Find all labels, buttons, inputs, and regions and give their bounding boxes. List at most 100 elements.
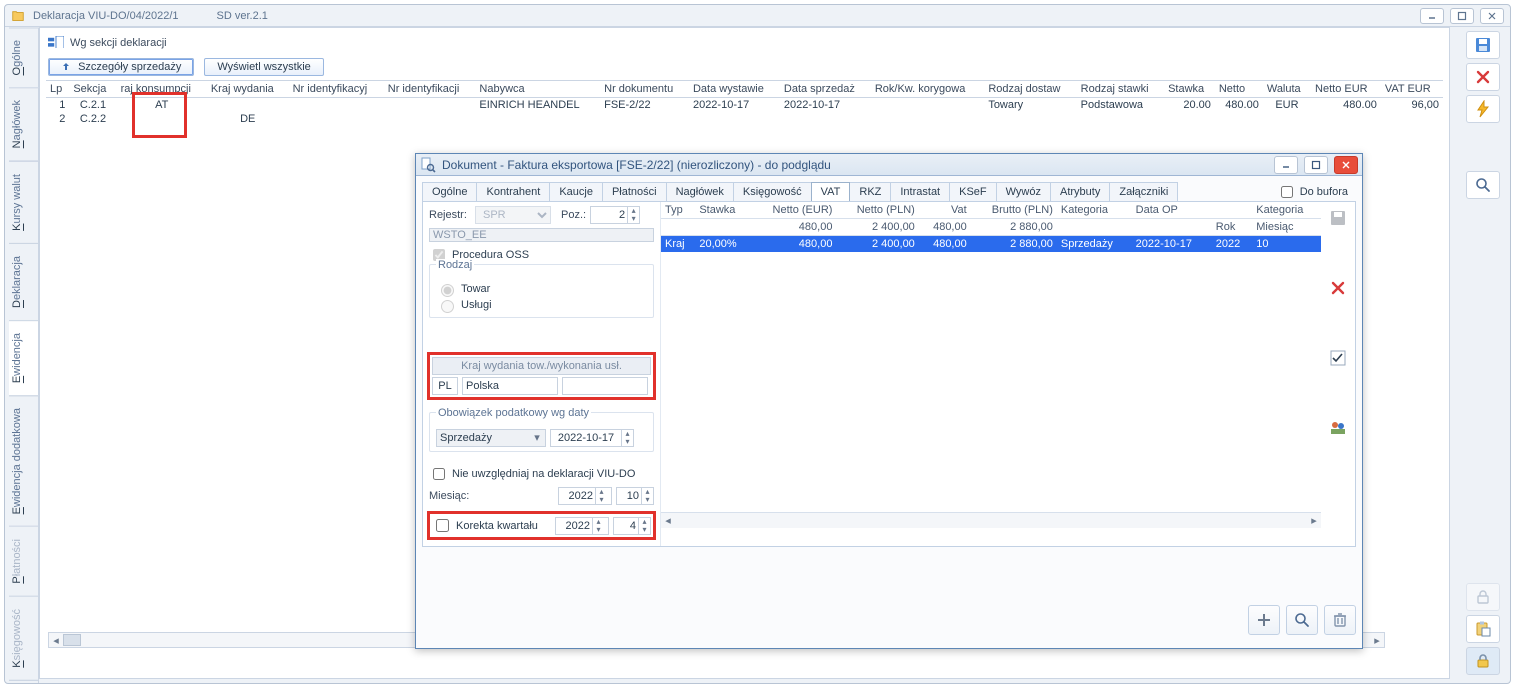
add-button[interactable] (1248, 605, 1280, 635)
korekta-quarter[interactable]: ▴▾ (613, 517, 651, 535)
view-label: Wg sekcji deklaracji (70, 37, 167, 49)
upload-icon (61, 62, 71, 72)
towar-radio (441, 284, 454, 297)
vtab-ogólne[interactable]: Ogólne (9, 27, 39, 88)
window-buttons (1420, 8, 1504, 24)
tab-ksef[interactable]: KSeF (949, 182, 997, 201)
paste-icon[interactable] (1466, 615, 1500, 643)
section-view-icon (48, 36, 64, 50)
window-subtitle: SD ver.2.1 (217, 10, 268, 22)
kraj-name[interactable] (462, 377, 558, 395)
main-window: Deklaracja VIU-DO/04/2022/1 SD ver.2.1 O… (4, 4, 1511, 684)
vat-grid[interactable]: TypStawkaNetto (EUR)Netto (PLN)VatBrutto… (661, 202, 1321, 546)
poz-spinner[interactable]: ▴▾ (590, 206, 640, 224)
lock-disabled-icon (1466, 583, 1500, 611)
vat-left-form: Rejestr: SPR Poz.: ▴▾ Procedura OSS Rodz… (423, 202, 661, 546)
vtab-nagłówek[interactable]: Nagłówek (9, 87, 39, 161)
obow-date[interactable]: ▴▾ (550, 429, 634, 447)
scroll-left-icon[interactable]: ◂ (49, 633, 63, 647)
tab-nagłówek[interactable]: Nagłówek (666, 182, 734, 201)
vtab-płatności: Płatności (9, 526, 39, 597)
modal-title: Dokument - Faktura eksportowa [FSE-2/22]… (442, 158, 831, 172)
show-all-button[interactable]: Wyświetl wszystkie (204, 58, 323, 76)
tab-wywóz[interactable]: Wywóz (996, 182, 1051, 201)
korekta-year[interactable]: ▴▾ (555, 517, 609, 535)
vtab-ewidencja[interactable]: Ewidencja (9, 320, 39, 396)
users-icon[interactable] (1325, 416, 1351, 440)
modal-close-button[interactable] (1334, 156, 1358, 174)
korekta-label: Korekta kwartału (456, 520, 551, 532)
save-icon[interactable] (1466, 31, 1500, 59)
tab-kontrahent[interactable]: Kontrahent (476, 182, 550, 201)
vtab-deklaracja[interactable]: Deklaracja (9, 243, 39, 321)
highlight-korekta: Korekta kwartału ▴▾ ▴▾ (427, 511, 656, 540)
obow-title: Obowiązek podatkowy wg daty (436, 407, 591, 419)
sales-grid[interactable]: LpSekcjaraj konsumpcjiKraj wydaniaNr ide… (46, 80, 1443, 126)
tab-kaucje[interactable]: Kaucje (549, 182, 603, 201)
show-all-label: Wyświetl wszystkie (217, 61, 310, 73)
wsto-field (429, 228, 654, 242)
tab-atrybuty[interactable]: Atrybuty (1050, 182, 1110, 201)
vtab-załączniki[interactable]: Załączniki (9, 680, 39, 684)
tab-załączniki[interactable]: Załączniki (1109, 182, 1178, 201)
uslugi-radio (441, 300, 454, 313)
vtab-księgowość: Księgowość (9, 596, 39, 681)
scroll-right-icon[interactable]: ▸ (1307, 513, 1321, 528)
tab-vat[interactable]: VAT (811, 182, 851, 201)
search-button[interactable] (1286, 605, 1318, 635)
modal-bottom-toolbar (422, 600, 1356, 640)
lock-icon[interactable] (1466, 647, 1500, 675)
kraj-extra[interactable] (562, 377, 648, 395)
tab-rkz[interactable]: RKZ (849, 182, 891, 201)
scroll-left-icon[interactable]: ◂ (661, 513, 675, 528)
tab-intrastat[interactable]: Intrastat (890, 182, 950, 201)
check-icon[interactable] (1325, 346, 1351, 370)
modal-minimize-button[interactable] (1274, 156, 1298, 174)
maximize-button[interactable] (1450, 8, 1474, 24)
korekta-checkbox[interactable] (436, 519, 449, 532)
modal-titlebar: Dokument - Faktura eksportowa [FSE-2/22]… (416, 154, 1362, 176)
modal-tabs: OgólneKontrahentKaucjePłatnościNagłówekK… (422, 182, 1362, 201)
miesiac-month[interactable]: ▴▾ (616, 487, 654, 505)
titlebar: Deklaracja VIU-DO/04/2022/1 SD ver.2.1 (5, 5, 1510, 27)
close-button[interactable] (1480, 8, 1504, 24)
tab-księgowość[interactable]: Księgowość (733, 182, 812, 201)
modal-maximize-button[interactable] (1304, 156, 1328, 174)
rejestr-select: SPR (475, 206, 551, 224)
obow-select[interactable]: Sprzedaży (440, 432, 492, 444)
to-buffer-checkbox[interactable] (1281, 186, 1293, 198)
scrollbar-thumb[interactable] (63, 634, 81, 646)
vtab-ewidencja-dodatkowa[interactable]: Ewidencja dodatkowa (9, 395, 39, 527)
vertical-tabs: OgólneNagłówekKursy walutDeklaracjaEwide… (9, 27, 39, 679)
vat-tab-panel: Rejestr: SPR Poz.: ▴▾ Procedura OSS Rodz… (422, 201, 1356, 547)
delete-row-icon[interactable] (1325, 276, 1351, 300)
search-document-icon (420, 157, 436, 173)
rodzaj-title: Rodzaj (436, 259, 474, 271)
kraj-code[interactable] (432, 377, 458, 395)
tab-płatności[interactable]: Płatności (602, 182, 667, 201)
sales-details-label: Szczegóły sprzedaży (78, 61, 181, 73)
save-icon[interactable] (1325, 206, 1351, 230)
miesiac-label: Miesiąc: (429, 490, 477, 502)
highlight-kraj-wydania: Kraj wydania tow./wykonania usł. (427, 352, 656, 400)
vat-toolbar (1321, 202, 1355, 546)
lightning-icon[interactable] (1466, 95, 1500, 123)
vat-hscroll[interactable]: ◂ ▸ (661, 512, 1321, 528)
document-modal: Dokument - Faktura eksportowa [FSE-2/22]… (415, 153, 1363, 649)
no-decl-checkbox[interactable] (433, 468, 445, 480)
poz-label: Poz.: (561, 209, 586, 221)
document-icon (11, 9, 25, 23)
miesiac-year[interactable]: ▴▾ (558, 487, 612, 505)
tab-ogólne[interactable]: Ogólne (422, 182, 477, 201)
sales-details-button[interactable]: Szczegóły sprzedaży (48, 58, 194, 76)
minimize-button[interactable] (1420, 8, 1444, 24)
vtab-kursy-walut[interactable]: Kursy walut (9, 161, 39, 244)
rejestr-label: Rejestr: (429, 209, 471, 221)
search-icon[interactable] (1466, 171, 1500, 199)
right-toolbar (1460, 27, 1506, 679)
scroll-right-icon[interactable]: ▸ (1370, 633, 1384, 647)
chevron-down-icon: ▾ (532, 431, 542, 444)
kraj-header: Kraj wydania tow./wykonania usł. (432, 357, 651, 375)
trash-button[interactable] (1324, 605, 1356, 635)
delete-icon[interactable] (1466, 63, 1500, 91)
